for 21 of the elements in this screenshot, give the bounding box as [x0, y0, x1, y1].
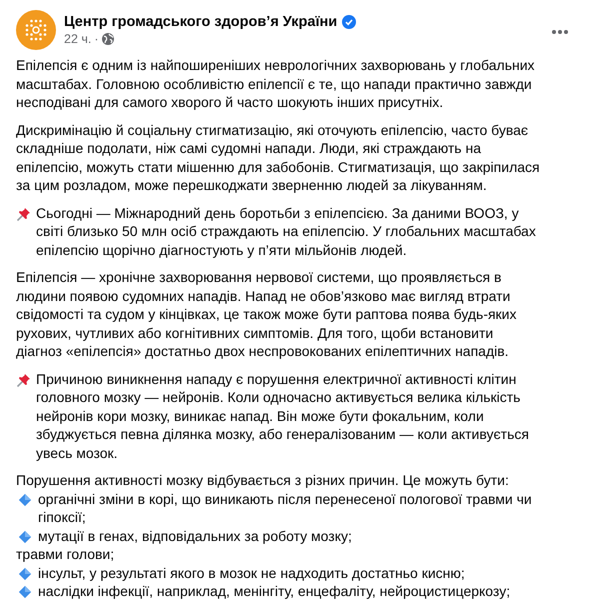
globe-icon — [102, 33, 114, 45]
paragraph: Сьогодні — Міжнародний день боротьби з епілепсією. За даними ВООЗ, у світі близько 50 млн осіб страждають на епілепсію. У глобальних масштабах епілепсію щорічно діагностують у п’яти мільйонів людей. — [36, 204, 536, 259]
diamond-icon — [18, 530, 32, 544]
pushpin-icon — [16, 372, 32, 388]
paragraph: Епілепсія є одним із найпоширеніших неврологічних захворювань у глобальних масштабах. Головною особливістю епілепсії є те, що напади практично завжди несподівані для самого хворого й часто шокують інших присутніх. — [16, 56, 536, 112]
diamond-icon — [18, 566, 32, 580]
list-item: інсульт, у результаті якого в мозок не надходить достатньо кисню; — [38, 564, 465, 582]
page-name[interactable]: Центр громадського здоров’я України — [64, 14, 338, 30]
separator: · — [94, 32, 99, 46]
list-item: наслідки інфекції, наприклад, менінгіту, енцефаліту, нейроцистицеркозу; — [38, 582, 510, 600]
paragraph: Порушення активності мозку відбувається з різних причин. Це можуть бути: — [16, 471, 509, 490]
list-item: мутації в генах, відповідальних за роботу мозку; — [38, 526, 352, 545]
paragraph: Причиною виникнення нападу є порушення електричної активності клітин головного мозку — нейронів. Коли одночасно активується велика кількість нейронів кори мозку, виникає напад. Він може бути фокальним, коли збуджується певна ділянка мозку, або генералізованим — коли активується увесь мозок. — [36, 370, 529, 462]
paragraph: Епілепсія — хронічне захворювання нервової системи, що проявляється в людини появою судомних нападів. Напад не обов’язково має вигляд втрати свідомості та судом у кінцівках, це також може бути раптова поява будь-яких рухових, чутливих або когнітивних симптомів. Для того, щоби встановити діагноз «епілепсія» достатньо двох неспровокованих епілептичних нападів. — [16, 268, 518, 360]
post-time[interactable]: 22 ч. — [64, 32, 92, 46]
diamond-icon — [18, 585, 32, 599]
diamond-icon — [18, 492, 32, 506]
list-item: органічні зміни в корі, що виникають після перенесеної пологової травми чи гіпоксії; — [38, 490, 532, 526]
paragraph: Дискримінацію й соціальну стигматизацію, які оточують епілепсію, часто буває складніше подолати, ніж самі судомні напади. Люди, які страждають на епілепсію, можуть стати мішенню для забобонів. Стигматизація, що закріпилася за цим розладом, може перешкоджати зверненню людей за лікуванням. — [16, 120, 541, 194]
pushpin-icon — [16, 206, 32, 222]
list-item: травми голови; — [16, 545, 114, 564]
